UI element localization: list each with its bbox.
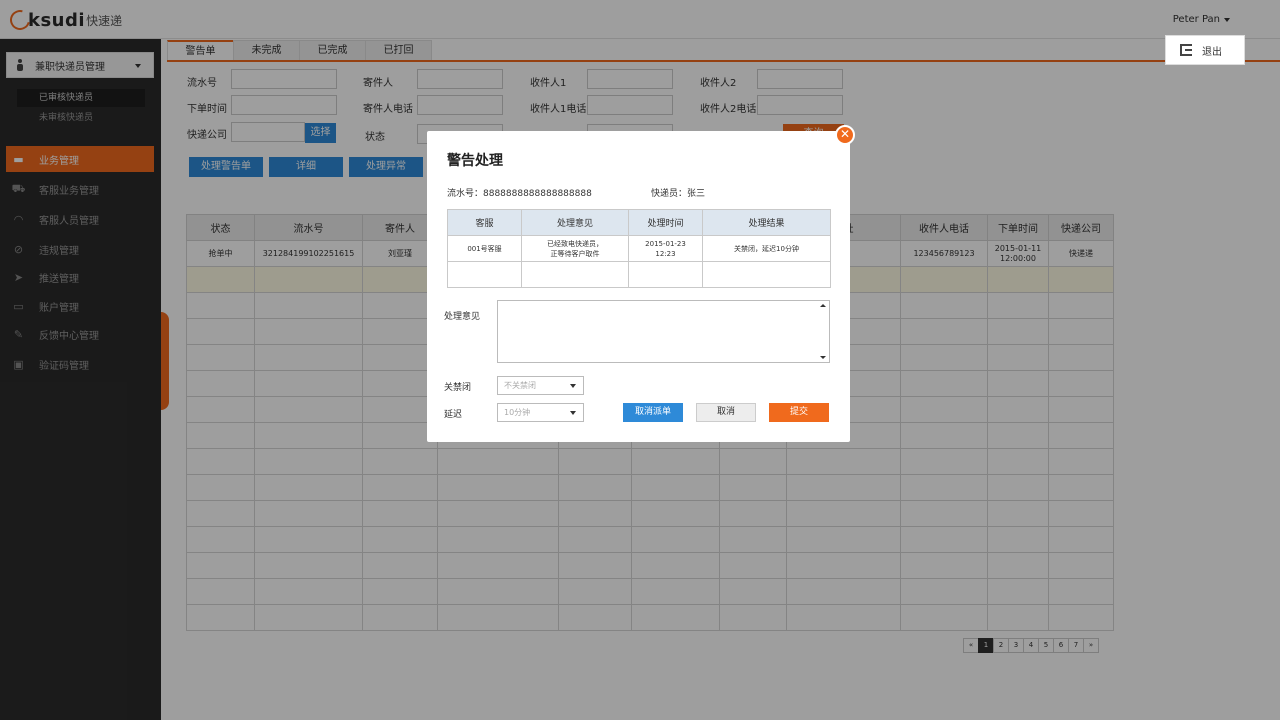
history-table: 客服 处理意见 处理时间 处理结果 001号客服 已经致电快递员， 正等待客户取件… — [447, 209, 831, 288]
time-line-1: 2015-01-23 — [645, 239, 686, 248]
delay-label: 延迟 — [444, 410, 463, 420]
col-time: 处理时间 — [628, 209, 703, 236]
cell: 关禁闭，延迟10分钟 — [702, 235, 831, 262]
delay-select[interactable]: 10分钟 — [497, 403, 584, 422]
dialog-courier: 快递员：张三 — [651, 189, 706, 199]
close-icon[interactable]: ✕ — [835, 125, 855, 145]
warning-dialog: 警告处理 ✕ 流水号：8888888888888888888 快递员：张三 客服… — [427, 125, 855, 442]
col-opinion: 处理意见 — [521, 209, 629, 236]
ban-label: 关禁闭 — [444, 383, 472, 393]
table-row — [447, 261, 831, 288]
chevron-down-icon — [570, 384, 576, 388]
cell: 已经致电快递员， 正等待客户取件 — [521, 235, 629, 262]
dialog-title: 警告处理 — [447, 153, 503, 169]
table-header-row: 客服 处理意见 处理时间 处理结果 — [447, 209, 831, 236]
scroll-up-icon[interactable] — [820, 304, 826, 307]
logout-menu-item[interactable]: 退出 — [1165, 35, 1245, 65]
dialog-serial: 流水号：8888888888888888888 — [447, 189, 592, 199]
opinion-line-2: 正等待客户取件 — [550, 249, 600, 258]
logout-icon — [1180, 44, 1192, 56]
col-agent: 客服 — [447, 209, 522, 236]
opinion-textarea[interactable] — [497, 300, 830, 363]
delay-select-value: 10分钟 — [504, 408, 531, 417]
submit-button[interactable]: 提交 — [769, 403, 829, 422]
cell: 2015-01-23 12:23 — [628, 235, 703, 262]
cell — [521, 261, 629, 288]
logout-label: 退出 — [1202, 46, 1222, 58]
cell: 001号客服 — [447, 235, 522, 262]
table-row: 001号客服 已经致电快递员， 正等待客户取件 2015-01-23 12:23 关… — [447, 235, 831, 262]
opinion-label: 处理意见 — [444, 312, 481, 322]
time-line-2: 12:23 — [655, 249, 676, 258]
cell — [702, 261, 831, 288]
col-result: 处理结果 — [702, 209, 831, 236]
opinion-line-1: 已经致电快递员， — [547, 239, 603, 248]
cancel-button[interactable]: 取消 — [696, 403, 756, 422]
cell — [447, 261, 522, 288]
chevron-down-icon — [570, 411, 576, 415]
ban-select[interactable]: 不关禁闭 — [497, 376, 584, 395]
cell — [628, 261, 703, 288]
scroll-down-icon[interactable] — [820, 356, 826, 359]
ban-select-value: 不关禁闭 — [504, 381, 536, 390]
cancel-order-button[interactable]: 取消派单 — [623, 403, 683, 422]
